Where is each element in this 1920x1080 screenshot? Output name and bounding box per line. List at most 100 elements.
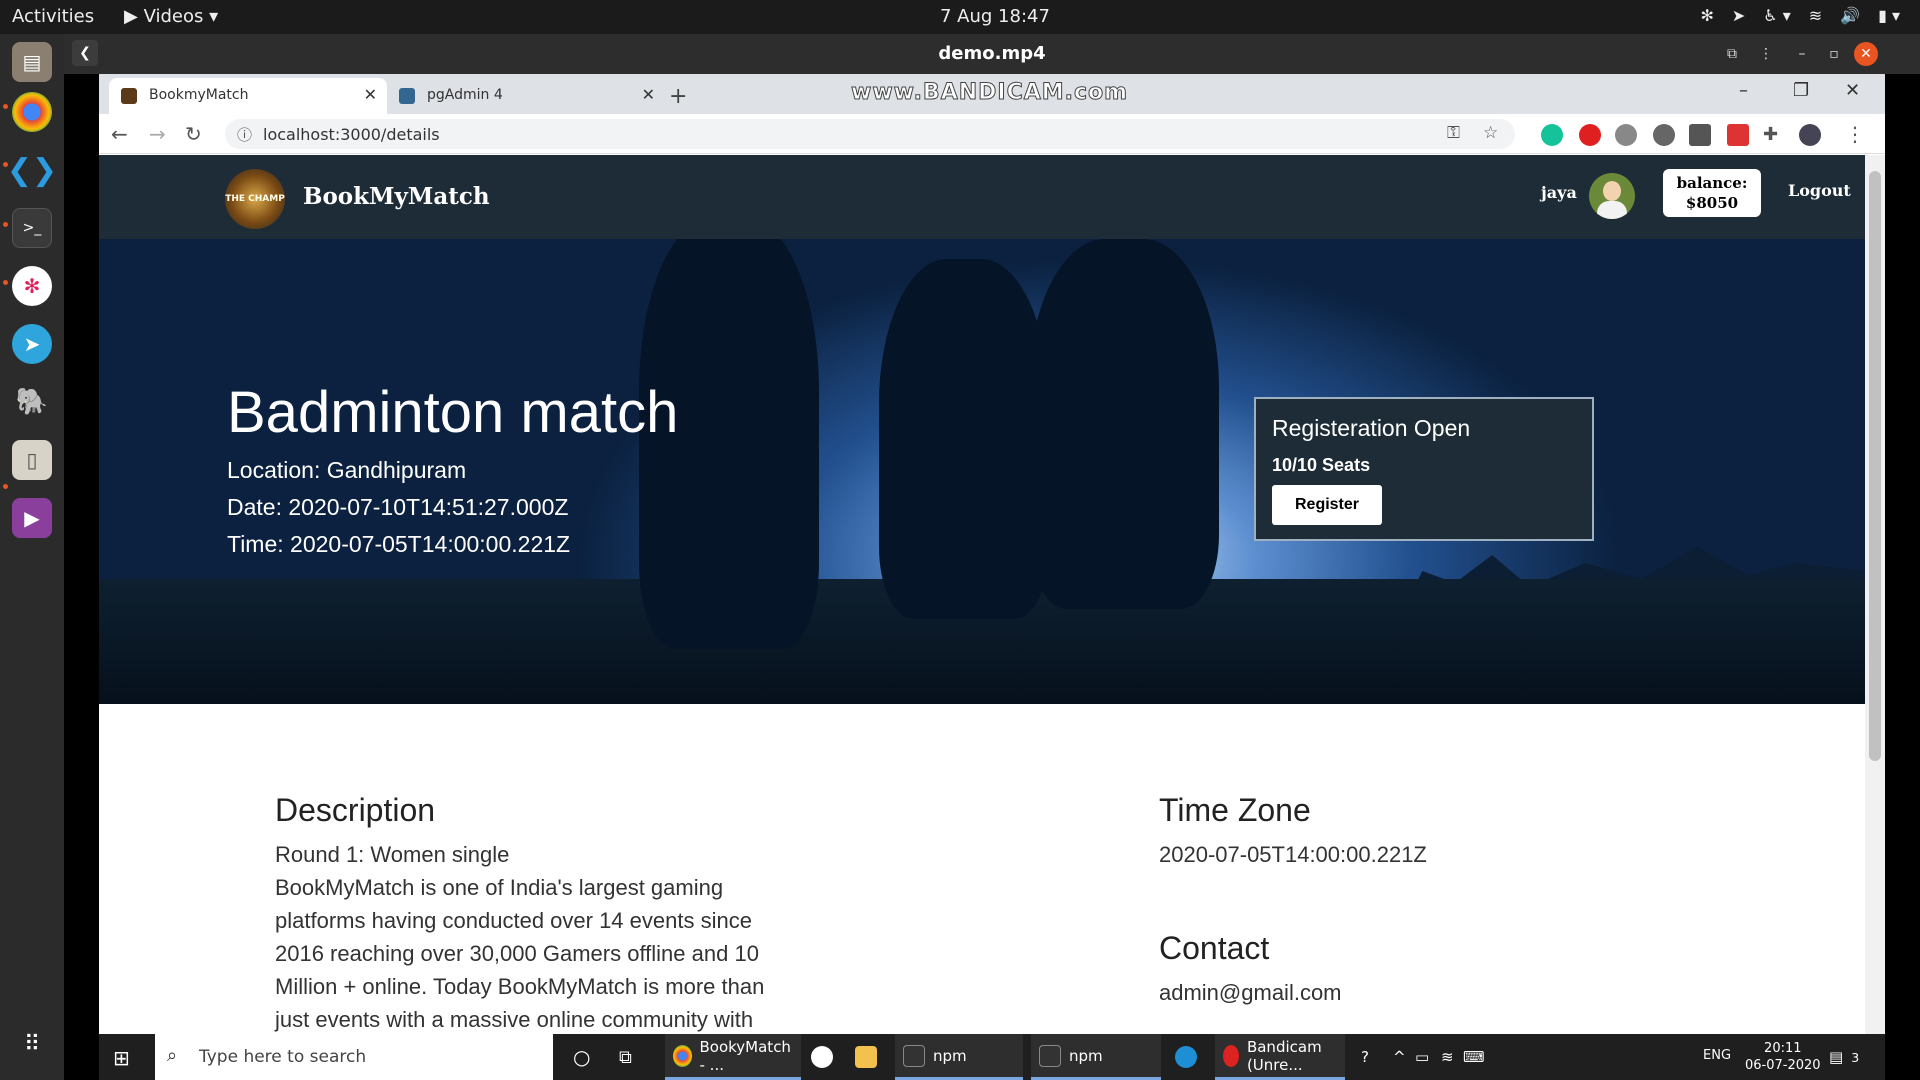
minimize-button[interactable]: – [1790,42,1814,66]
taskbar-item-npm[interactable]: npm [895,1034,1023,1080]
description-line: just events with a massive online commun… [275,1007,754,1032]
tab-bookmymatch[interactable]: BookmyMatch ✕ [109,78,387,114]
running-indicator [3,104,8,109]
windows-start-icon[interactable]: ⊞ [113,1046,130,1070]
wifi-icon[interactable]: ≋ [1809,6,1822,25]
extension-icon[interactable] [1727,124,1749,146]
minimize-window-button[interactable]: – [1739,80,1748,101]
address-bar[interactable]: ⓘ localhost:3000/details ⚿ ☆ [225,119,1515,149]
register-button[interactable]: Register [1272,485,1382,525]
registration-card: Registeration Open 10/10 Seats Register [1254,397,1594,541]
terminal-icon [1039,1044,1061,1067]
vscode-icon[interactable]: ❮❯ [7,150,57,190]
close-tab-icon[interactable]: ✕ [642,85,655,104]
close-tab-icon[interactable]: ✕ [364,85,377,104]
taskbar-clock[interactable]: 20:11 06-07-2020 [1745,1040,1821,1074]
tray-overflow-icon[interactable]: ^ [1393,1034,1406,1080]
activities-button[interactable]: Activities [12,6,94,27]
taskbar-slack-icon[interactable] [811,1034,833,1080]
close-button[interactable]: ✕ [1854,42,1878,66]
running-indicator [3,222,8,227]
maximize-button[interactable]: ▫ [1822,42,1846,66]
seats-count: 10/10 Seats [1272,455,1371,475]
task-view-icon[interactable]: ⧉ [619,1034,632,1080]
logo-text: THE CHAMP [225,194,285,204]
cortana-icon[interactable]: ○ [573,1034,590,1080]
system-clock[interactable]: 7 Aug 18:47 [940,6,1050,27]
taskbar-search[interactable]: ⌕ Type here to search [155,1034,553,1080]
slack-icon[interactable]: ✻ [12,266,52,306]
contact-email[interactable]: admin@gmail.com [1159,976,1342,1009]
show-apps-icon[interactable]: ⠿ [12,1024,52,1064]
accessibility-icon[interactable]: ♿ ▾ [1763,6,1790,25]
telegram-tray-icon[interactable]: ➤ [1732,6,1745,25]
chrome-icon[interactable] [12,92,52,132]
keyboard-icon[interactable]: ⌨ [1463,1034,1485,1080]
url-text[interactable]: localhost:3000/details [263,125,440,144]
search-placeholder[interactable]: Type here to search [199,1047,366,1067]
browser-window: BookmyMatch ✕ pgAdmin 4 ✕ + www.BANDICAM… [99,74,1885,1034]
wifi-icon[interactable]: ≋ [1441,1034,1454,1080]
player-menu-button[interactable]: ⋮ [1754,42,1778,66]
close-window-button[interactable]: ✕ [1845,80,1860,101]
bandicam-icon [1223,1044,1239,1067]
taskbar-item-chrome[interactable]: BookyMatch - ... [665,1034,801,1080]
files-icon[interactable]: ▤ [12,42,52,82]
site-info-icon[interactable]: ⓘ [237,124,252,145]
archive-icon[interactable]: ▯ [12,440,52,480]
back-button[interactable]: ← [111,122,128,146]
pgadmin-icon[interactable]: 🐘 [12,382,52,422]
forward-button[interactable]: → [149,122,166,146]
profile-avatar[interactable] [1799,124,1821,146]
terminal-icon [903,1044,925,1067]
videos-icon[interactable]: ▶ [12,498,52,538]
timezone-value: 2020-07-05T14:00:00.221Z [1159,842,1427,867]
volume-icon[interactable]: 🔊 [1840,6,1860,25]
slack-tray-icon[interactable]: ✻ [1700,6,1713,25]
terminal-icon[interactable]: >_ [12,208,52,248]
password-key-icon[interactable]: ⚿ [1447,123,1460,143]
battery-icon[interactable]: ▮ ▾ [1878,6,1900,25]
video-title: demo.mp4 [938,43,1046,64]
reload-button[interactable]: ↻ [185,122,202,146]
extension-icon[interactable] [1689,124,1711,146]
description-heading: Description [275,792,436,828]
taskbar-date: 06-07-2020 [1745,1058,1821,1073]
site-logo[interactable]: THE CHAMP [225,169,285,229]
help-icon[interactable]: ? [1361,1034,1369,1080]
bookmymatch-favicon [121,88,137,104]
registration-status: Registeration Open [1272,415,1471,441]
taskbar-explorer-icon[interactable] [855,1034,877,1080]
description-line: Million + online. Today BookMyMatch is m… [275,974,765,999]
taskbar-edge-icon[interactable] [1175,1034,1197,1080]
adblock-extension-icon[interactable] [1579,124,1601,146]
tab-pgadmin[interactable]: pgAdmin 4 ✕ [387,78,665,114]
system-tray[interactable]: ✻ ➤ ♿ ▾ ≋ 🔊 ▮ ▾ [1700,6,1900,25]
gnome-top-bar: Activities ▶ Videos ▾ 7 Aug 18:47 ✻ ➤ ♿ … [0,0,1920,34]
event-time: Time: 2020-07-05T14:00:00.221Z [227,531,571,557]
extension-icon[interactable] [1653,124,1675,146]
extensions-puzzle-icon[interactable]: ✚ [1763,124,1785,146]
taskbar-item-npm[interactable]: npm [1031,1034,1161,1080]
battery-icon[interactable]: ▭ [1415,1034,1429,1080]
description-line: platforms having conducted over 14 event… [275,908,752,933]
brand-name[interactable]: BookMyMatch [303,183,490,210]
grammarly-extension-icon[interactable] [1541,124,1563,146]
new-tab-button[interactable]: + [669,84,687,109]
user-avatar[interactable] [1589,173,1635,219]
bookmark-star-icon[interactable]: ☆ [1483,123,1498,143]
app-menu[interactable]: ▶ Videos ▾ [124,6,218,27]
scrollbar-thumb[interactable] [1869,171,1881,761]
notifications-icon[interactable]: ▤ 3 [1829,1034,1859,1080]
telegram-icon[interactable]: ➤ [12,324,52,364]
browser-toolbar: ← → ↻ ⓘ localhost:3000/details ⚿ ☆ ✚ ⋮ [99,114,1885,154]
chrome-menu-icon[interactable]: ⋮ [1845,122,1865,146]
page-scrollbar[interactable] [1865,155,1885,1034]
taskbar-item-bandicam[interactable]: Bandicam (Unre... [1215,1034,1345,1080]
logout-link[interactable]: Logout [1788,181,1851,200]
pip-button[interactable]: ⧉ [1720,42,1744,66]
language-indicator[interactable]: ENG [1703,1048,1731,1063]
restore-window-button[interactable]: ❐ [1793,80,1809,101]
hero-banner: Badminton match Location: Gandhipuram Da… [99,239,1865,704]
vue-devtools-extension-icon[interactable] [1615,124,1637,146]
